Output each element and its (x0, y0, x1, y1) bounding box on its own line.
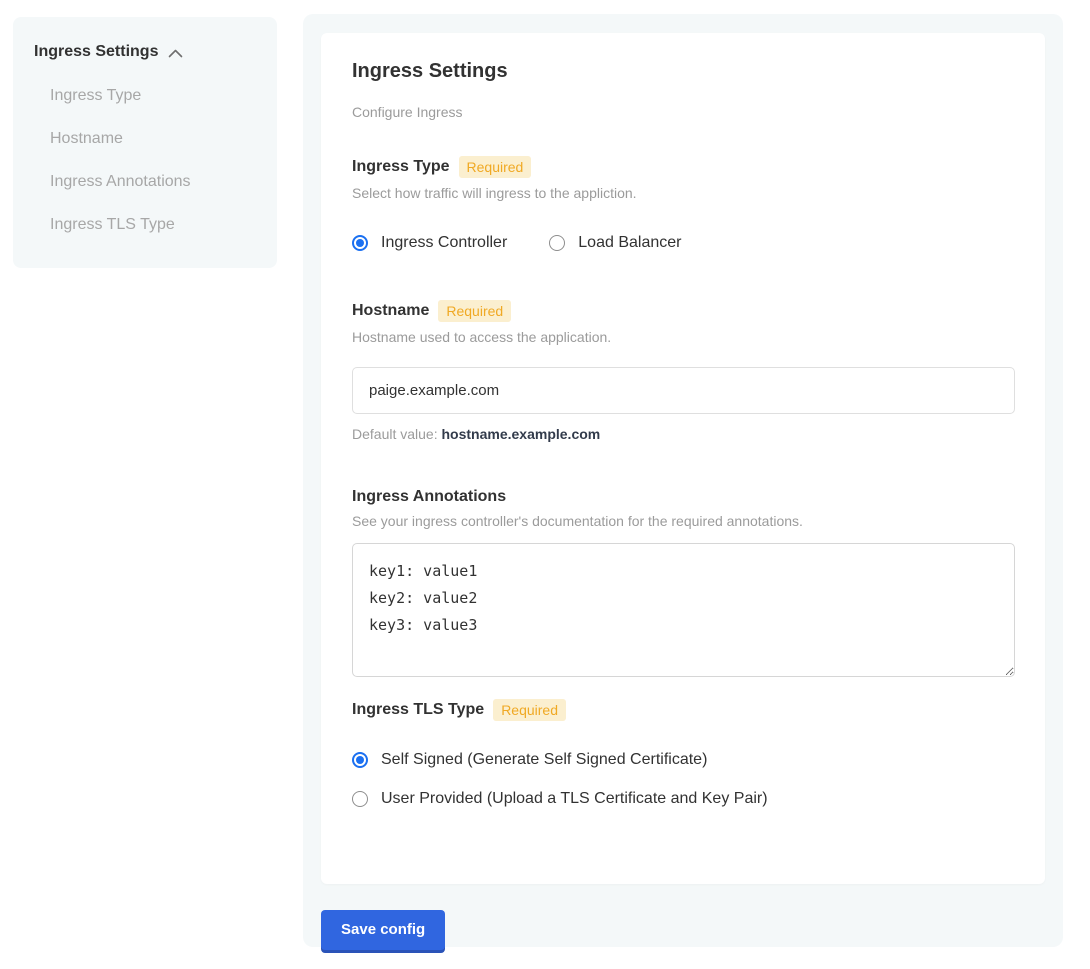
hostname-help: Hostname used to access the application. (352, 329, 1015, 345)
chevron-up-icon (168, 49, 183, 58)
sidebar-item-ingress-type[interactable]: Ingress Type (50, 87, 259, 105)
required-badge: Required (493, 699, 566, 721)
section-ingress-tls-type: Ingress TLS Type Required Self Signed (G… (352, 699, 1015, 808)
page-title: Ingress Settings (352, 60, 1015, 83)
required-badge: Required (438, 300, 511, 322)
tls-type-label: Ingress TLS Type (352, 701, 484, 719)
radio-unselected-icon[interactable] (549, 235, 565, 251)
save-row: Save config (321, 910, 1045, 950)
sidebar-item-ingress-tls-type[interactable]: Ingress TLS Type (50, 216, 259, 234)
page-subtitle: Configure Ingress (352, 104, 1015, 120)
radio-ingress-controller[interactable]: Ingress Controller (352, 234, 507, 252)
config-main-panel: Ingress Settings Configure Ingress Ingre… (303, 14, 1063, 947)
ingress-type-radio-group: Ingress Controller Load Balancer (352, 234, 1015, 252)
radio-label: Load Balancer (578, 234, 681, 252)
tls-type-radio-group: Self Signed (Generate Self Signed Certif… (352, 751, 1015, 808)
radio-unselected-icon[interactable] (352, 791, 368, 807)
radio-label: Ingress Controller (381, 234, 507, 252)
section-ingress-type: Ingress Type Required Select how traffic… (352, 156, 1015, 252)
annotations-help: See your ingress controller's documentat… (352, 513, 1015, 529)
radio-load-balancer[interactable]: Load Balancer (549, 234, 681, 252)
config-card: Ingress Settings Configure Ingress Ingre… (321, 33, 1045, 884)
ingress-type-help: Select how traffic will ingress to the a… (352, 185, 1015, 201)
radio-label: Self Signed (Generate Self Signed Certif… (381, 751, 707, 769)
sidebar-group-ingress-settings[interactable]: Ingress Settings (34, 43, 259, 61)
save-config-button[interactable]: Save config (321, 910, 445, 950)
config-nav-sidebar: Ingress Settings Ingress Type Hostname I… (13, 17, 277, 268)
radio-selected-icon[interactable] (352, 235, 368, 251)
hostname-default-line: Default value: hostname.example.com (352, 426, 1015, 442)
annotations-textarea[interactable]: key1: value1 key2: value2 key3: value3 (352, 543, 1015, 677)
section-ingress-annotations: Ingress Annotations See your ingress con… (352, 488, 1015, 677)
sidebar-item-ingress-annotations[interactable]: Ingress Annotations (50, 173, 259, 191)
radio-label: User Provided (Upload a TLS Certificate … (381, 790, 768, 808)
sidebar-item-list: Ingress Type Hostname Ingress Annotation… (50, 87, 259, 234)
sidebar-group-label: Ingress Settings (34, 43, 158, 61)
hostname-label: Hostname (352, 302, 429, 320)
radio-self-signed[interactable]: Self Signed (Generate Self Signed Certif… (352, 751, 1015, 769)
default-value-prefix: Default value: (352, 426, 442, 442)
section-hostname: Hostname Required Hostname used to acces… (352, 300, 1015, 442)
radio-selected-icon[interactable] (352, 752, 368, 768)
required-badge: Required (459, 156, 532, 178)
annotations-label: Ingress Annotations (352, 488, 506, 506)
default-value-text: hostname.example.com (442, 426, 601, 442)
radio-user-provided[interactable]: User Provided (Upload a TLS Certificate … (352, 790, 1015, 808)
sidebar-item-hostname[interactable]: Hostname (50, 130, 259, 148)
ingress-type-label: Ingress Type (352, 158, 450, 176)
hostname-input[interactable] (352, 367, 1015, 414)
